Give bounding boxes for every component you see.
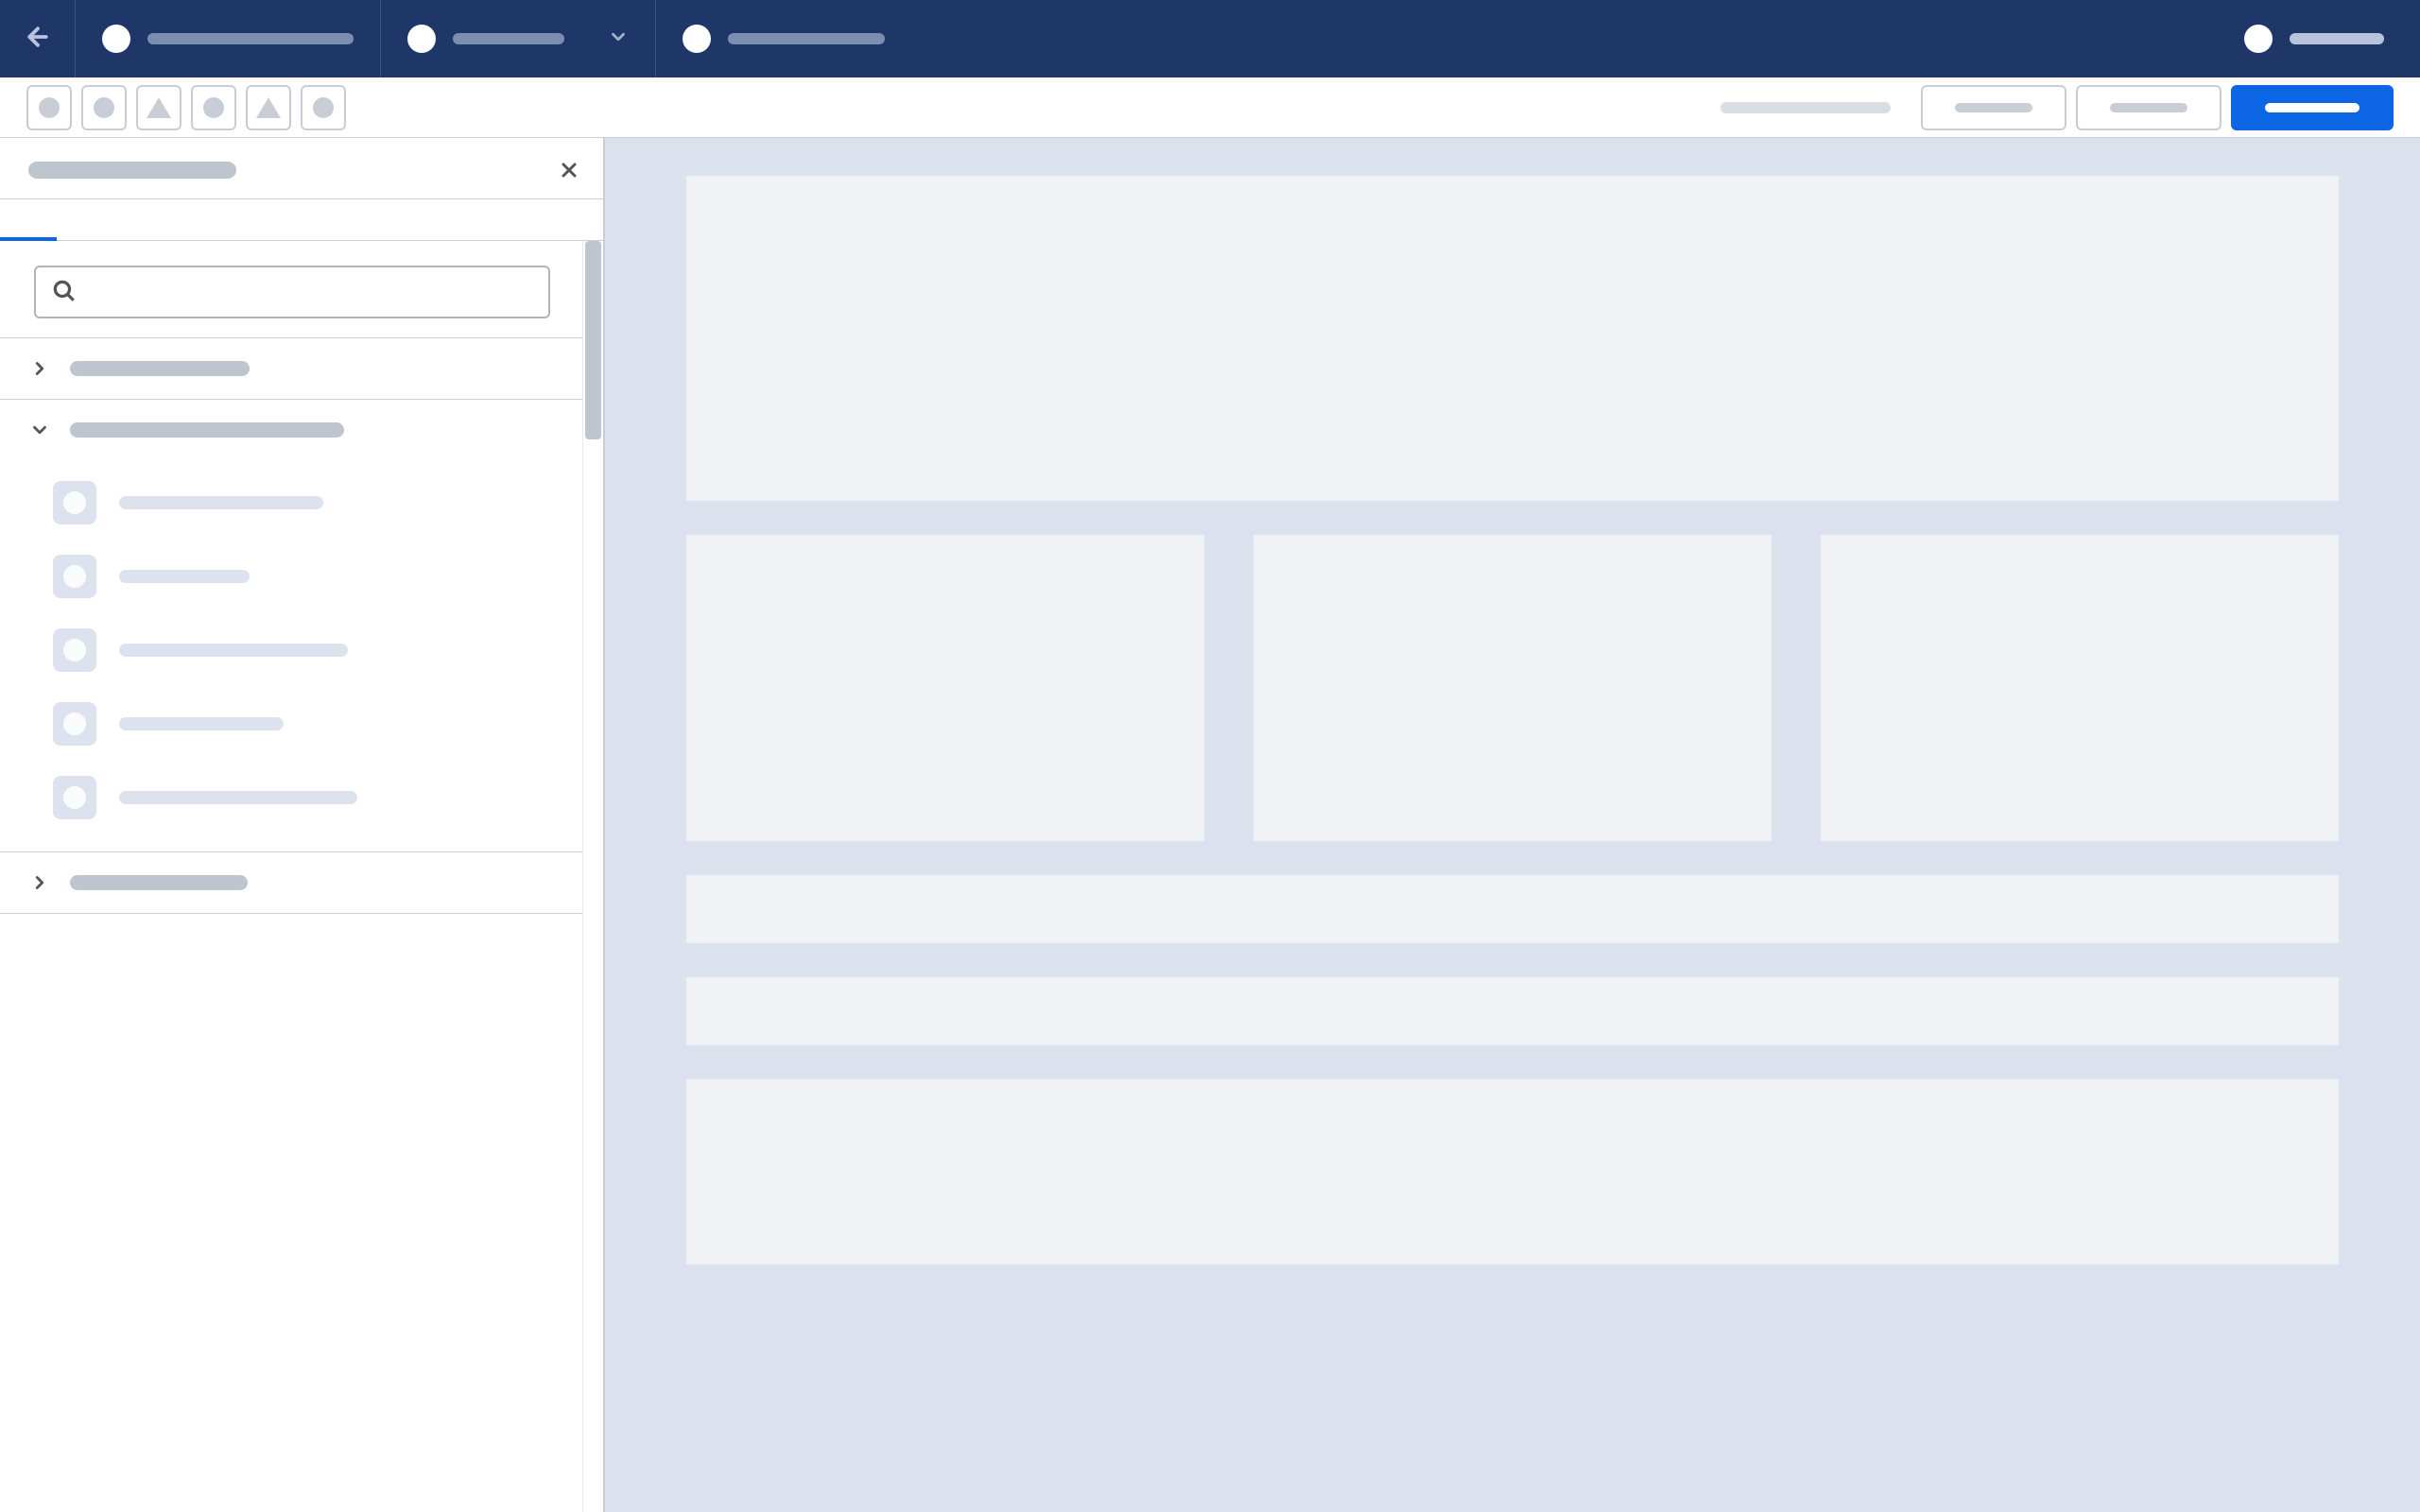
thin-block-1 [686, 875, 2339, 943]
toolbar [0, 77, 2420, 138]
circle-icon [94, 97, 114, 118]
item-thumb-icon [53, 555, 96, 598]
card-block-3 [1821, 535, 2339, 841]
search-box[interactable] [34, 266, 550, 318]
tool-triangle-2[interactable] [246, 85, 291, 130]
nav-breadcrumb-1[interactable] [76, 0, 381, 77]
medium-block [686, 1079, 2339, 1264]
card-block-2 [1253, 535, 1772, 841]
tool-circle-4[interactable] [301, 85, 346, 130]
avatar [2244, 25, 2273, 53]
item-thumb-icon [53, 481, 96, 524]
button-label [1955, 103, 2032, 112]
circle-icon [39, 97, 60, 118]
user-label [2290, 33, 2384, 44]
search-row [0, 241, 582, 337]
tree-item-3[interactable] [0, 851, 582, 914]
tree-item-label [70, 361, 250, 376]
nav-label [728, 33, 885, 44]
tree-child-3[interactable] [47, 613, 582, 687]
tree-child-label [119, 496, 323, 509]
panel-title [28, 162, 236, 179]
tree-child-2[interactable] [47, 540, 582, 613]
button-label [2265, 103, 2360, 112]
tree-item-label [70, 422, 344, 438]
chevron-down-icon [28, 419, 51, 441]
card-block-1 [686, 535, 1204, 841]
item-thumb-icon [53, 702, 96, 746]
tool-triangle-1[interactable] [136, 85, 182, 130]
chevron-down-icon [608, 26, 629, 52]
circle-icon [313, 97, 334, 118]
three-column-row [686, 535, 2339, 841]
back-button[interactable] [0, 0, 76, 77]
panel-body [0, 241, 603, 1512]
search-icon [51, 278, 76, 307]
secondary-button-b[interactable] [2076, 85, 2221, 130]
nav-breadcrumb-2[interactable] [381, 0, 656, 77]
tool-circle-3[interactable] [191, 85, 236, 130]
tab-2[interactable] [57, 199, 113, 241]
triangle-icon [256, 97, 281, 118]
scrollbar[interactable] [582, 241, 603, 1512]
nav-dot-icon [407, 25, 436, 53]
tree-item-2-children [0, 460, 582, 851]
nav-dot-icon [683, 25, 711, 53]
item-thumb-icon [53, 628, 96, 672]
search-input[interactable] [87, 279, 533, 305]
close-icon [558, 169, 580, 185]
primary-button[interactable] [2231, 85, 2394, 130]
tree-child-4[interactable] [47, 687, 582, 761]
scrollbar-thumb[interactable] [585, 241, 601, 439]
tool-circle-2[interactable] [81, 85, 127, 130]
chevron-right-icon [28, 357, 51, 380]
item-thumb-icon [53, 776, 96, 819]
nav-breadcrumb-3[interactable] [656, 0, 911, 77]
top-nav [0, 0, 2420, 77]
arrow-left-icon [24, 23, 52, 56]
toolbar-status-text [1720, 102, 1891, 113]
thin-block-2 [686, 977, 2339, 1045]
tree-item-label [70, 875, 248, 890]
secondary-button-a[interactable] [1921, 85, 2066, 130]
panel-scroll-content [0, 241, 582, 1512]
tree-child-label [119, 570, 250, 583]
tree-item-1[interactable] [0, 337, 582, 399]
chevron-right-icon [28, 871, 51, 894]
main-split [0, 138, 2420, 1512]
nav-dot-icon [102, 25, 130, 53]
tree-child-1[interactable] [47, 466, 582, 540]
nav-label [453, 33, 564, 44]
circle-icon [203, 97, 224, 118]
tree-child-label [119, 644, 348, 657]
tool-circle-1[interactable] [26, 85, 72, 130]
canvas [605, 138, 2420, 1512]
panel-header [0, 138, 603, 199]
hero-block [686, 176, 2339, 501]
tree-child-label [119, 717, 284, 730]
close-button[interactable] [558, 159, 580, 181]
tree-child-label [119, 791, 357, 804]
side-panel [0, 138, 605, 1512]
tab-1[interactable] [0, 199, 57, 241]
button-label [2110, 103, 2187, 112]
nav-label [147, 33, 354, 44]
tree-child-5[interactable] [47, 761, 582, 834]
user-menu[interactable] [2218, 0, 2420, 77]
panel-tabs [0, 199, 603, 241]
tree-item-2[interactable] [0, 399, 582, 460]
triangle-icon [147, 97, 171, 118]
